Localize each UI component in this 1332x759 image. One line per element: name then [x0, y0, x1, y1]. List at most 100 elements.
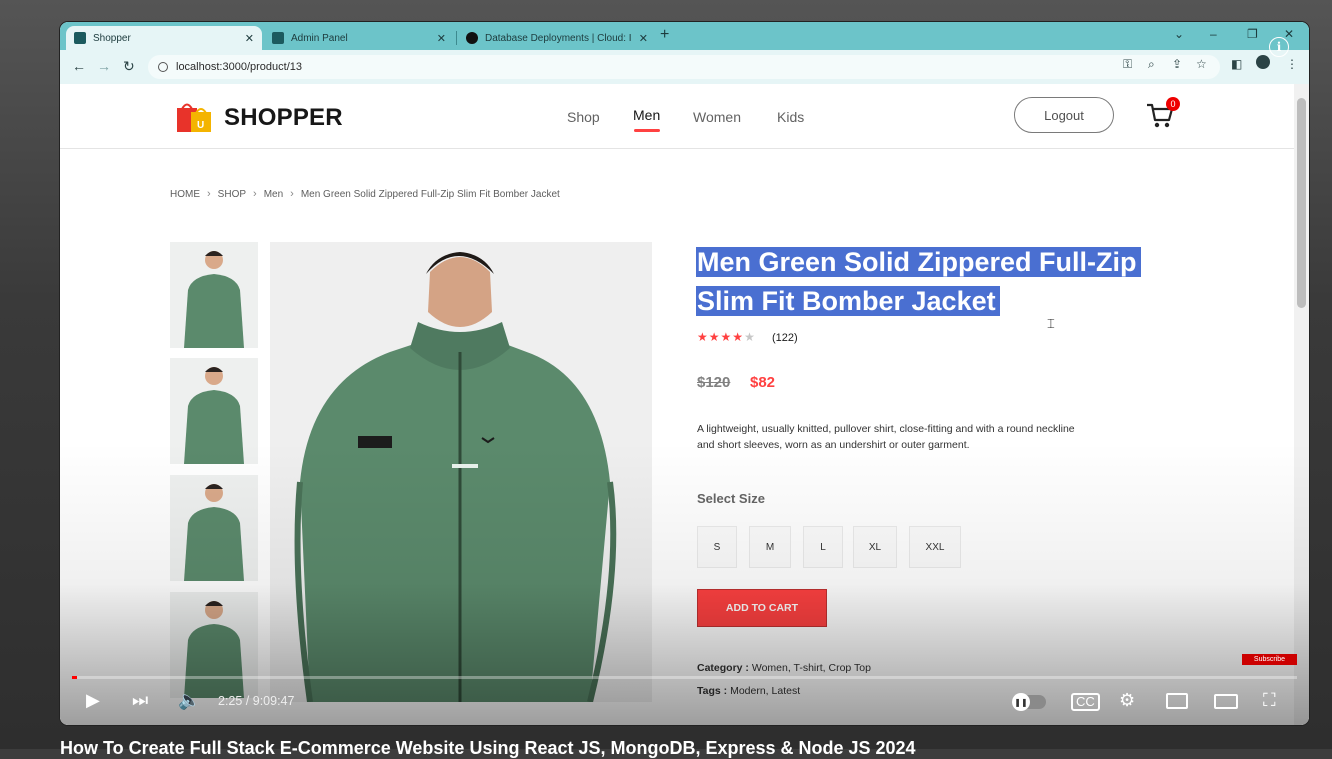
subscribe-watermark[interactable]: Subscribe [1242, 654, 1297, 665]
category-label: Category : [697, 662, 749, 674]
cart-count-badge: 0 [1166, 97, 1180, 111]
star-icon: ★ [720, 330, 733, 344]
chevron-right-icon: › [253, 188, 257, 200]
old-price: $120 [697, 374, 731, 391]
reload-icon[interactable]: ↻ [123, 58, 135, 75]
product-title-line2: Slim Fit Bomber Jacket [696, 286, 1000, 316]
theater-mode-icon[interactable] [1214, 694, 1238, 709]
settings-gear-icon[interactable]: ⚙ [1119, 690, 1135, 711]
tab-separator [456, 31, 457, 45]
new-tab-button[interactable]: + [660, 26, 669, 44]
maximize-icon[interactable]: ❐ [1247, 27, 1258, 41]
menu-kids[interactable]: Kids [777, 109, 804, 125]
minimize-icon[interactable]: – [1210, 27, 1217, 41]
star-empty-icon: ★ [744, 330, 756, 344]
menu-shop[interactable]: Shop [567, 109, 600, 125]
size-xxl-button[interactable]: XXL [909, 526, 961, 568]
product-description: A lightweight, usually knitted, pullover… [697, 421, 1137, 453]
miniplayer-icon[interactable] [1166, 693, 1188, 709]
close-tab-icon[interactable]: ✕ [245, 32, 254, 45]
zoom-icon[interactable]: ⌕ [1148, 57, 1155, 72]
rating-stars: ★★★★★ [697, 330, 756, 344]
product-tags: Tags : Modern, Latest [697, 685, 800, 697]
more-menu-icon[interactable]: ⋮ [1286, 57, 1298, 71]
page-scrollbar[interactable] [1294, 84, 1309, 725]
fullscreen-icon[interactable]: ⛶ [1263, 690, 1276, 711]
tab-database-deployments[interactable]: Database Deployments | Cloud: I ✕ [458, 26, 656, 50]
shopper-favicon-icon [74, 32, 86, 44]
mongodb-favicon-icon [466, 32, 478, 44]
logo-text[interactable]: SHOPPER [224, 104, 343, 132]
mouse-cursor-icon: ⌶ [1047, 316, 1055, 331]
chevron-right-icon: › [290, 188, 294, 200]
forward-arrow-icon[interactable]: → [97, 58, 111, 74]
site-info-icon[interactable] [158, 62, 168, 72]
size-s-button[interactable]: S [697, 526, 737, 568]
logout-button[interactable]: Logout [1014, 97, 1114, 133]
close-tab-icon[interactable]: ✕ [639, 32, 648, 45]
url-text: localhost:3000/product/13 [176, 61, 302, 73]
address-bar[interactable]: localhost:3000/product/13 [148, 55, 1220, 79]
tags-value: Modern, Latest [730, 685, 801, 697]
info-icon[interactable]: i [1269, 37, 1289, 57]
menu-men[interactable]: Men [633, 107, 660, 123]
green-jacket-model-image [294, 252, 617, 702]
bookmark-star-icon[interactable]: ☆ [1196, 57, 1207, 71]
admin-favicon-icon [272, 32, 284, 44]
tab-admin-panel[interactable]: Admin Panel ✕ [264, 26, 454, 50]
category-value: Women, T-shirt, Crop Top [751, 662, 871, 674]
size-xl-button[interactable]: XL [853, 526, 897, 568]
browser-toolbar: ← → ↻ localhost:3000/product/13 [60, 50, 1309, 85]
video-progress-bar[interactable] [72, 676, 1297, 679]
shopping-bag-logo-icon: U [177, 103, 211, 132]
back-arrow-icon[interactable]: ← [72, 58, 86, 74]
site-navbar: U SHOPPER Shop Men Women Kids Logout 0 [60, 84, 1294, 149]
tab-title: Database Deployments | Cloud: I [485, 32, 632, 44]
breadcrumb: HOME › SHOP › Men › Men Green Solid Zipp… [170, 188, 560, 200]
breadcrumb-shop[interactable]: SHOP [218, 189, 246, 200]
product-thumbnail[interactable] [170, 358, 258, 464]
breadcrumb-home[interactable]: HOME [170, 189, 200, 200]
product-title: Men Green Solid Zippered Full-Zip Slim F… [696, 243, 1141, 321]
product-category: Category : Women, T-shirt, Crop Top [697, 662, 871, 674]
product-title-line1: Men Green Solid Zippered Full-Zip [696, 247, 1141, 277]
tags-label: Tags : [697, 685, 728, 697]
video-player[interactable]: Shopper ✕ Admin Panel ✕ Database Deploym… [60, 22, 1309, 725]
tab-title: Admin Panel [291, 32, 348, 44]
menu-women[interactable]: Women [693, 109, 741, 125]
next-video-icon[interactable]: ⏭ [132, 690, 148, 711]
profile-avatar-icon[interactable] [1256, 55, 1270, 69]
star-icon: ★ [697, 330, 709, 344]
closed-captions-icon[interactable]: CC [1071, 693, 1100, 711]
product-thumbnail[interactable] [170, 242, 258, 348]
video-progress-played [72, 676, 78, 679]
scrollbar-thumb[interactable] [1297, 98, 1306, 308]
tab-search-icon[interactable]: ⌄ [1174, 27, 1184, 41]
tab-shopper[interactable]: Shopper ✕ [66, 26, 262, 50]
product-thumbnail[interactable] [170, 592, 258, 698]
size-l-button[interactable]: L [803, 526, 843, 568]
autoplay-toggle[interactable]: ❚❚ [1012, 693, 1046, 711]
star-icon: ★ [732, 330, 745, 344]
size-m-button[interactable]: M [749, 526, 791, 568]
share-icon[interactable]: ⇪ [1172, 57, 1182, 71]
description-line: and short sleeves, worn as an undershirt… [697, 439, 970, 451]
description-line: A lightweight, usually knitted, pullover… [697, 423, 1075, 435]
chevron-right-icon: › [207, 188, 211, 200]
new-price: $82 [750, 374, 776, 391]
breadcrumb-category[interactable]: Men [264, 189, 283, 200]
volume-icon[interactable]: 🔈 [178, 690, 200, 711]
video-time: 2:25 / 9:09:47 [218, 694, 295, 708]
side-panel-icon[interactable]: ◧ [1231, 57, 1242, 71]
play-icon[interactable]: ▶ [86, 690, 100, 711]
tab-title: Shopper [93, 32, 131, 44]
product-main-image [270, 242, 652, 702]
add-to-cart-button[interactable]: ADD TO CART [697, 589, 827, 627]
close-tab-icon[interactable]: ✕ [437, 32, 446, 45]
password-key-icon[interactable]: ⚿ [1123, 57, 1132, 72]
svg-text:U: U [197, 120, 204, 131]
pause-icon: ❚❚ [1012, 693, 1030, 711]
product-thumbnail[interactable] [170, 475, 258, 581]
star-icon: ★ [708, 330, 721, 344]
active-menu-underline [634, 129, 660, 132]
